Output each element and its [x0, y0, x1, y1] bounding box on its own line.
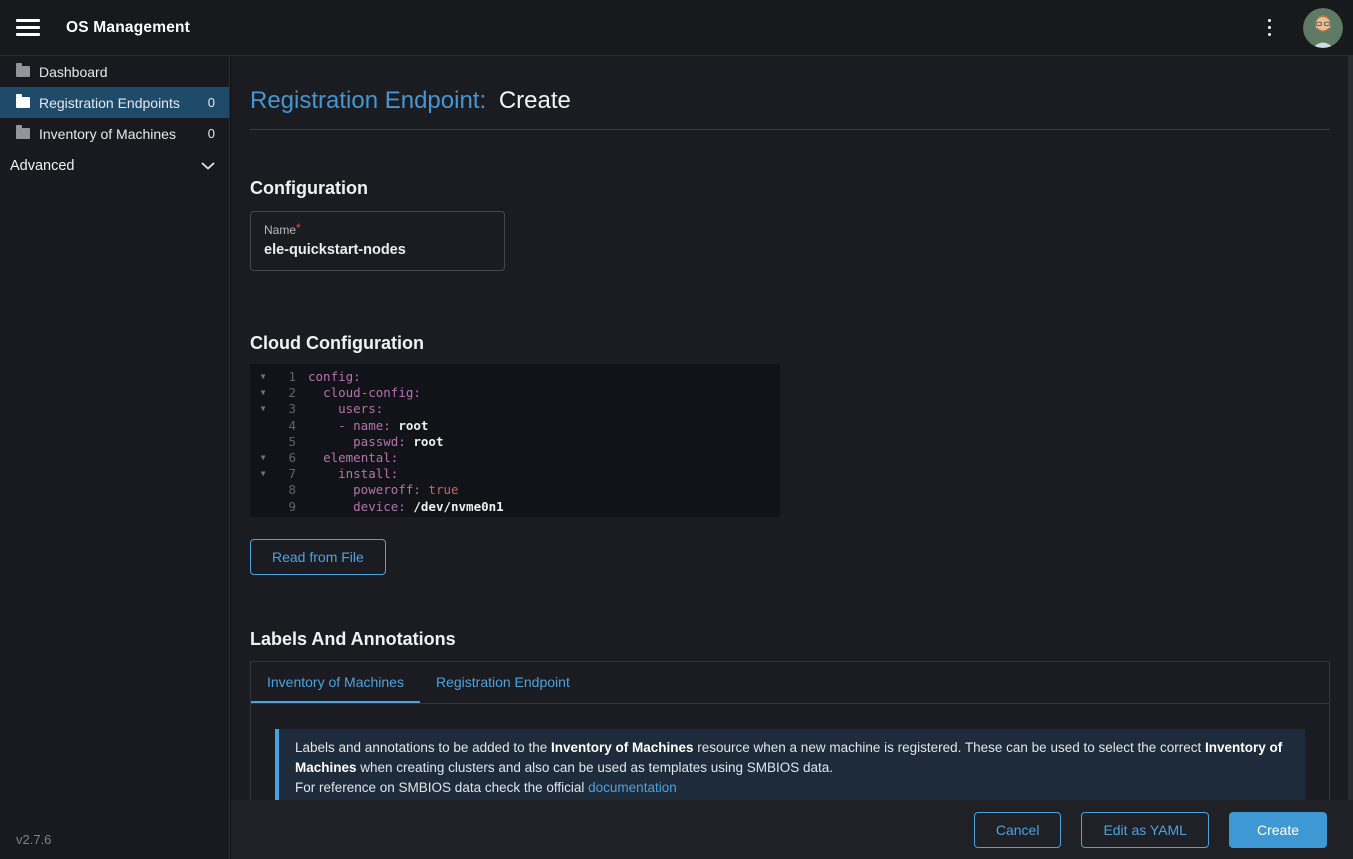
banner-text-line2: For reference on SMBIOS data check the o… [295, 780, 588, 795]
edit-as-yaml-button[interactable]: Edit as YAML [1081, 812, 1209, 848]
code-line: 5 passwd: root [250, 434, 780, 450]
hamburger-menu-icon[interactable] [16, 19, 40, 36]
name-field[interactable]: Name* [250, 211, 505, 271]
sidebar-group-advanced[interactable]: Advanced [0, 149, 229, 183]
sidebar-item-registration-endpoints[interactable]: Registration Endpoints 0 [0, 87, 229, 118]
line-number: 6 [276, 450, 296, 466]
user-avatar[interactable] [1303, 8, 1343, 48]
code-line: 9 device: /dev/nvme0n1 [250, 499, 780, 515]
page-title-resource: Registration Endpoint: [250, 87, 486, 114]
fold-arrow-icon[interactable]: ▼ [250, 450, 276, 466]
sidebar-item-inventory-of-machines[interactable]: Inventory of Machines 0 [0, 118, 229, 149]
line-number: 8 [276, 482, 296, 498]
required-asterisk: * [296, 221, 301, 235]
page-title: Registration Endpoint: Create [250, 56, 1330, 115]
page-title-action: Create [499, 87, 571, 114]
avatar-image [1303, 8, 1343, 48]
fold-arrow-icon[interactable] [250, 482, 276, 498]
configuration-heading: Configuration [250, 178, 1330, 199]
code-line: ▼1config: [250, 369, 780, 385]
tab-inventory-of-machines[interactable]: Inventory of Machines [251, 662, 420, 703]
sidebar-item-label: Registration Endpoints [39, 95, 180, 111]
sidebar-item-dashboard[interactable]: Dashboard [0, 56, 229, 87]
name-field-label: Name [264, 223, 296, 237]
line-number: 5 [276, 434, 296, 450]
cloud-configuration-heading: Cloud Configuration [250, 333, 1330, 354]
documentation-link[interactable]: documentation [588, 780, 677, 795]
labels-annotations-heading: Labels And Annotations [250, 629, 1330, 650]
info-banner: Labels and annotations to be added to th… [275, 729, 1305, 810]
create-button[interactable]: Create [1229, 812, 1327, 848]
code-line: ▼6 elemental: [250, 450, 780, 466]
fold-arrow-icon[interactable]: ▼ [250, 369, 276, 385]
tab-bar: Inventory of Machines Registration Endpo… [251, 662, 1329, 704]
sidebar-item-label: Dashboard [39, 64, 108, 80]
fold-arrow-icon[interactable] [250, 499, 276, 515]
top-bar: OS Management [0, 0, 1353, 56]
sidebar-group-label: Advanced [10, 158, 75, 174]
line-number: 3 [276, 401, 296, 417]
name-input[interactable] [264, 242, 491, 258]
folder-icon [16, 128, 30, 139]
sidebar-item-label: Inventory of Machines [39, 126, 176, 142]
version-label: v2.7.6 [16, 832, 51, 847]
fold-arrow-icon[interactable] [250, 418, 276, 434]
footer-action-bar: Cancel Edit as YAML Create [231, 800, 1353, 859]
banner-text: Labels and annotations to be added to th… [295, 740, 551, 755]
count-badge: 0 [208, 95, 215, 110]
code-line: ▼2 cloud-config: [250, 385, 780, 401]
line-number: 7 [276, 466, 296, 482]
fold-arrow-icon[interactable]: ▼ [250, 385, 276, 401]
fold-arrow-icon[interactable]: ▼ [250, 466, 276, 482]
title-divider [250, 129, 1330, 130]
folder-icon [16, 66, 30, 77]
line-number: 9 [276, 499, 296, 515]
code-line: 8 poweroff: true [250, 482, 780, 498]
code-line: 4 - name: root [250, 418, 780, 434]
line-number: 2 [276, 385, 296, 401]
code-line: ▼7 install: [250, 466, 780, 482]
fold-arrow-icon[interactable] [250, 434, 276, 450]
cloud-config-code-editor[interactable]: ▼1config: ▼2 cloud-config: ▼3 users: 4 -… [250, 364, 780, 517]
fold-arrow-icon[interactable]: ▼ [250, 401, 276, 417]
line-number: 4 [276, 418, 296, 434]
kebab-menu-icon[interactable] [1258, 13, 1282, 43]
app-title: OS Management [66, 19, 190, 37]
cancel-button[interactable]: Cancel [974, 812, 1062, 848]
chevron-down-icon [201, 162, 215, 170]
code-line: ▼3 users: [250, 401, 780, 417]
sidebar: Dashboard Registration Endpoints 0 Inven… [0, 56, 230, 859]
count-badge: 0 [208, 126, 215, 141]
read-from-file-button[interactable]: Read from File [250, 539, 386, 575]
line-number: 1 [276, 369, 296, 385]
main-content: Registration Endpoint: Create Configurat… [231, 56, 1353, 859]
scrollbar[interactable] [1348, 56, 1353, 859]
tab-registration-endpoint[interactable]: Registration Endpoint [420, 662, 586, 703]
folder-icon [16, 97, 30, 108]
